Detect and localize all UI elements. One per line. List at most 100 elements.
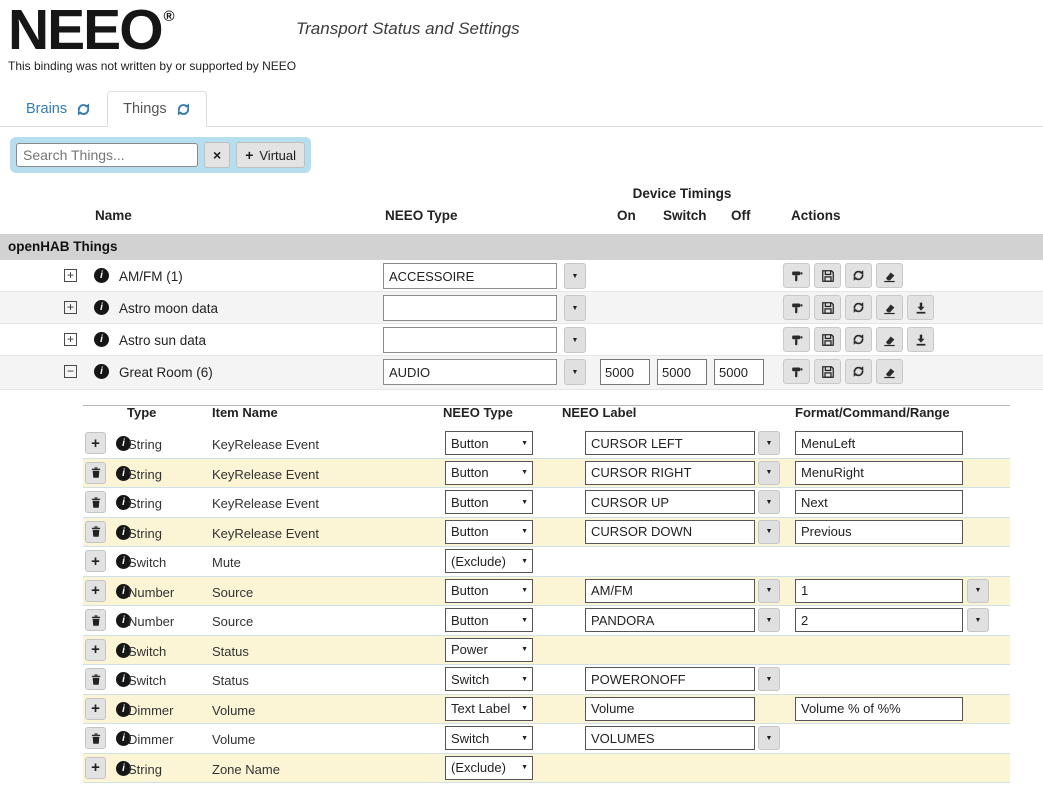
neeo-label-dropdown-button[interactable]: ▼	[758, 667, 780, 691]
add-channel-button[interactable]: +	[85, 697, 106, 720]
delete-button[interactable]	[876, 327, 903, 352]
export-button[interactable]	[907, 327, 934, 352]
neeo-type-dropdown-button[interactable]: ▼	[564, 295, 586, 321]
neeo-label-input[interactable]	[585, 578, 755, 603]
refresh-button[interactable]	[845, 263, 872, 288]
timing-off-input[interactable]	[714, 359, 764, 385]
clear-search-button[interactable]: ×	[204, 142, 231, 168]
format-input[interactable]	[795, 431, 963, 455]
delete-channel-button[interactable]	[85, 727, 106, 749]
chevron-down-icon: ▼	[521, 439, 528, 447]
rules-button[interactable]	[783, 295, 810, 320]
neeo-type-input[interactable]	[383, 263, 557, 289]
neeo-type-select[interactable]: Button ▼	[445, 460, 533, 485]
add-channel-button[interactable]: +	[85, 432, 106, 454]
neeo-label-dropdown-button[interactable]: ▼	[758, 578, 780, 603]
neeo-label-input[interactable]	[585, 726, 755, 750]
chevron-down-icon: ▼	[974, 616, 982, 624]
add-virtual-button[interactable]: + Virtual	[236, 142, 305, 168]
neeo-type-select[interactable]: Button ▼	[445, 431, 533, 455]
neeo-type-dropdown-button[interactable]: ▼	[564, 359, 586, 385]
save-button[interactable]	[814, 263, 841, 288]
info-icon[interactable]: i	[94, 364, 109, 379]
neeo-type-input[interactable]	[383, 359, 557, 385]
format-input[interactable]	[795, 578, 963, 603]
neeo-type-input[interactable]	[383, 327, 557, 353]
neeo-label-input[interactable]	[585, 608, 755, 632]
add-channel-button[interactable]: +	[85, 756, 106, 779]
neeo-label-input[interactable]	[585, 490, 755, 514]
refresh-button[interactable]	[845, 359, 872, 384]
format-input[interactable]	[795, 608, 963, 632]
info-icon[interactable]: i	[94, 300, 109, 315]
add-channel-button[interactable]: +	[85, 579, 106, 602]
format-input[interactable]	[795, 519, 963, 544]
neeo-type-select[interactable]: (Exclude) ▼	[445, 755, 533, 780]
delete-button[interactable]	[876, 295, 903, 320]
delete-channel-button[interactable]	[85, 609, 106, 631]
neeo-label-dropdown-button[interactable]: ▼	[758, 519, 780, 544]
neeo-type-select[interactable]: Switch ▼	[445, 726, 533, 750]
info-icon[interactable]: i	[94, 268, 109, 283]
neeo-label-input[interactable]	[585, 667, 755, 691]
format-dropdown-button[interactable]: ▼	[967, 578, 989, 603]
refresh-icon[interactable]	[176, 102, 191, 117]
refresh-button[interactable]	[845, 327, 872, 352]
expand-icon[interactable]: +	[64, 333, 77, 346]
neeo-type-select[interactable]: Button ▼	[445, 578, 533, 603]
export-button[interactable]	[907, 295, 934, 320]
neeo-type-input[interactable]	[383, 295, 557, 321]
timing-on-input[interactable]	[600, 359, 650, 385]
format-input[interactable]	[795, 460, 963, 485]
timing-switch-input[interactable]	[657, 359, 707, 385]
refresh-icon	[853, 270, 864, 281]
neeo-type-dropdown-button[interactable]: ▼	[564, 263, 586, 289]
delete-channel-button[interactable]	[85, 668, 106, 690]
neeo-type-select[interactable]: Button ▼	[445, 490, 533, 514]
neeo-label-dropdown-button[interactable]: ▼	[758, 460, 780, 485]
delete-button[interactable]	[876, 263, 903, 288]
rules-button[interactable]	[783, 359, 810, 384]
delete-button[interactable]	[876, 359, 903, 384]
neeo-label-input[interactable]	[585, 519, 755, 544]
add-channel-button[interactable]: +	[85, 638, 106, 661]
neeo-label-dropdown-button[interactable]: ▼	[758, 726, 780, 750]
save-button[interactable]	[814, 327, 841, 352]
tab-things[interactable]: Things	[107, 91, 207, 127]
channel-row: iStringKeyRelease EventButton▼▼	[83, 458, 1010, 488]
neeo-label-dropdown-button[interactable]: ▼	[758, 431, 780, 455]
info-icon[interactable]: i	[94, 332, 109, 347]
neeo-type-select[interactable]: Text Label ▼	[445, 696, 533, 721]
collapse-icon[interactable]: −	[64, 365, 77, 378]
save-icon	[821, 365, 834, 378]
rules-button[interactable]	[783, 263, 810, 288]
delete-channel-button[interactable]	[85, 461, 106, 484]
tab-brains[interactable]: Brains	[10, 91, 107, 127]
expand-icon[interactable]: +	[64, 269, 77, 282]
neeo-type-select[interactable]: Power ▼	[445, 637, 533, 662]
save-button[interactable]	[814, 295, 841, 320]
neeo-type-dropdown-button[interactable]: ▼	[564, 327, 586, 353]
refresh-button[interactable]	[845, 295, 872, 320]
expand-icon[interactable]: +	[64, 301, 77, 314]
neeo-type-select[interactable]: (Exclude) ▼	[445, 549, 533, 573]
format-input[interactable]	[795, 490, 963, 514]
neeo-type-select[interactable]: Switch ▼	[445, 667, 533, 691]
neeo-label-dropdown-button[interactable]: ▼	[758, 608, 780, 632]
neeo-label-input[interactable]	[585, 431, 755, 455]
delete-channel-button[interactable]	[85, 520, 106, 543]
chevron-down-icon: ▼	[521, 557, 528, 565]
refresh-icon[interactable]	[76, 102, 91, 117]
delete-channel-button[interactable]	[85, 491, 106, 513]
neeo-label-input[interactable]	[585, 460, 755, 485]
rules-button[interactable]	[783, 327, 810, 352]
neeo-label-dropdown-button[interactable]: ▼	[758, 490, 780, 514]
search-input[interactable]	[16, 143, 198, 167]
neeo-type-select[interactable]: Button ▼	[445, 608, 533, 632]
add-channel-button[interactable]: +	[85, 550, 106, 572]
save-button[interactable]	[814, 359, 841, 384]
format-input[interactable]	[795, 696, 963, 721]
neeo-type-select[interactable]: Button ▼	[445, 519, 533, 544]
format-dropdown-button[interactable]: ▼	[967, 608, 989, 632]
neeo-label-input[interactable]	[585, 696, 755, 721]
